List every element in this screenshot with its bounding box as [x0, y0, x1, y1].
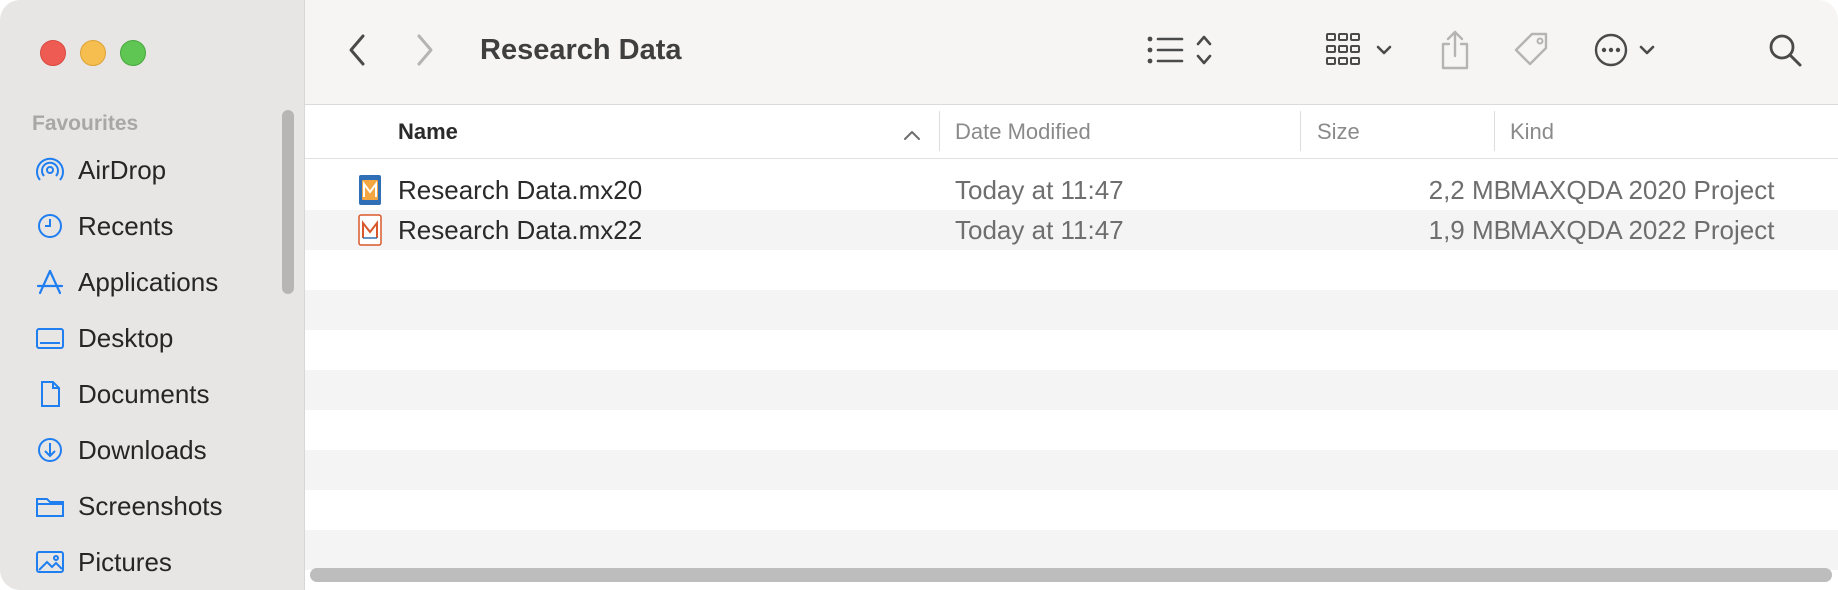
empty-row — [305, 530, 1838, 570]
download-icon — [32, 435, 68, 465]
empty-row — [305, 450, 1838, 490]
minimize-window-button[interactable] — [80, 40, 106, 66]
share-button[interactable] — [1435, 28, 1475, 72]
chevron-left-icon — [349, 34, 365, 66]
sidebar-item-documents[interactable]: Documents — [32, 370, 282, 418]
maximize-window-button[interactable] — [120, 40, 146, 66]
sidebar-item-pictures[interactable]: Pictures — [32, 538, 282, 586]
document-icon — [32, 379, 68, 409]
sidebar-item-screenshots[interactable]: Screenshots — [32, 482, 282, 530]
file-name: Research Data.mx22 — [398, 215, 643, 245]
airdrop-icon — [32, 155, 68, 185]
sidebar: Favourites AirDrop Recents Applications … — [0, 0, 305, 590]
empty-row — [305, 490, 1838, 530]
sidebar-item-label: Recents — [78, 210, 174, 241]
window-title: Research Data — [480, 34, 682, 66]
chevron-right-icon — [417, 34, 433, 66]
file-size: 2,2 MB — [1428, 175, 1511, 205]
empty-row — [305, 250, 1838, 290]
sidebar-item-label: Downloads — [78, 434, 207, 465]
back-button[interactable] — [343, 32, 371, 68]
empty-row — [305, 290, 1838, 330]
ellipsis-circle-icon — [1594, 33, 1655, 67]
sidebar-item-label: Pictures — [78, 546, 172, 577]
empty-row — [305, 330, 1838, 370]
tag-button[interactable] — [1510, 28, 1554, 72]
file-name: Research Data.mx20 — [398, 175, 643, 205]
empty-row — [305, 410, 1838, 450]
group-button[interactable] — [1325, 30, 1405, 70]
file-date: Today at 11:47 — [955, 175, 1124, 205]
search-button[interactable] — [1765, 30, 1805, 70]
pictures-icon — [32, 547, 68, 577]
column-header-kind[interactable]: Kind — [1510, 119, 1554, 145]
file-row[interactable]: Research Data.mx22 Today at 11:47 1,9 MB… — [305, 210, 1838, 250]
file-date: Today at 11:47 — [955, 215, 1124, 245]
clock-icon — [32, 211, 68, 241]
maxqda-2020-icon — [358, 174, 382, 206]
sidebar-item-label: Documents — [78, 378, 210, 409]
column-header-size[interactable]: Size — [1317, 119, 1360, 145]
sidebar-item-airdrop[interactable]: AirDrop — [32, 146, 282, 194]
empty-row — [305, 370, 1838, 410]
column-divider[interactable] — [1300, 111, 1301, 151]
list-view-icon — [1147, 35, 1212, 65]
sidebar-item-label: Applications — [78, 266, 219, 297]
column-header-name[interactable]: Name — [398, 119, 458, 145]
sidebar-item-applications[interactable]: Applications — [32, 258, 282, 306]
desktop-icon — [32, 323, 68, 353]
horizontal-scrollbar[interactable] — [310, 568, 1832, 582]
applications-icon — [32, 267, 68, 297]
sort-ascending-icon[interactable] — [903, 121, 921, 147]
sidebar-item-label: AirDrop — [78, 154, 167, 185]
toolbar: Research Data — [305, 0, 1838, 105]
file-kind: MAXQDA 2020 Project — [1510, 175, 1775, 205]
file-row[interactable]: Research Data.mx20 Today at 11:47 2,2 MB… — [305, 170, 1838, 210]
file-size: 1,9 MB — [1428, 215, 1511, 245]
view-options-button[interactable] — [1145, 30, 1225, 70]
sidebar-item-label: Desktop — [78, 322, 174, 353]
search-icon — [1769, 34, 1802, 67]
column-header-bar: Name Date Modified Size Kind — [305, 105, 1838, 159]
sidebar-section-title: Favourites — [32, 112, 139, 135]
share-icon — [1441, 30, 1469, 70]
forward-button[interactable] — [411, 32, 439, 68]
sidebar-item-downloads[interactable]: Downloads — [32, 426, 282, 474]
more-actions-button[interactable] — [1593, 30, 1673, 70]
file-list: Research Data.mx20 Today at 11:47 2,2 MB… — [305, 170, 1838, 570]
column-header-date[interactable]: Date Modified — [955, 119, 1091, 145]
column-divider[interactable] — [1494, 111, 1495, 151]
sidebar-scrollbar[interactable] — [282, 110, 294, 294]
column-divider[interactable] — [939, 111, 940, 151]
sidebar-item-recents[interactable]: Recents — [32, 202, 282, 250]
grid-group-icon — [1326, 33, 1392, 65]
tag-icon — [1514, 32, 1548, 66]
sidebar-item-desktop[interactable]: Desktop — [32, 314, 282, 362]
sidebar-item-label: Screenshots — [78, 490, 223, 521]
file-kind: MAXQDA 2022 Project — [1510, 215, 1775, 245]
finder-window: Favourites AirDrop Recents Applications … — [0, 0, 1838, 590]
maxqda-2022-icon — [358, 214, 382, 246]
close-window-button[interactable] — [40, 40, 66, 66]
folder-icon — [32, 491, 68, 521]
